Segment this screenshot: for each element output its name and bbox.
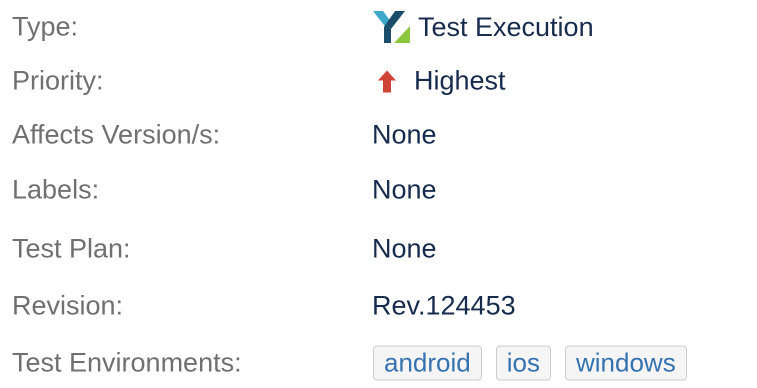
detail-row-labels: Labels: None — [0, 165, 757, 215]
detail-row-affects-versions: Affects Version/s: None — [0, 110, 757, 160]
detail-row-type: Type: Test Execution — [0, 2, 757, 52]
detail-row-revision: Revision: Rev.124453 — [0, 281, 757, 331]
issue-details-panel: Type: Test Execution Priority: Highest A… — [0, 0, 757, 386]
priority-value: Highest — [372, 66, 506, 97]
environment-tag-windows[interactable]: windows — [564, 345, 687, 381]
environment-tag-ios[interactable]: ios — [495, 345, 551, 381]
type-label: Type: — [12, 11, 79, 42]
priority-value-text: Highest — [414, 65, 506, 96]
type-value-text: Test Execution — [418, 11, 594, 42]
test-plan-label: Test Plan: — [12, 233, 131, 264]
detail-row-test-environments: Test Environments: android ios windows — [0, 338, 757, 388]
labels-label: Labels: — [12, 174, 100, 205]
revision-label: Revision: — [12, 290, 124, 321]
type-value: Test Execution — [372, 10, 594, 44]
test-plan-value: None — [372, 233, 437, 264]
environment-tag-android[interactable]: android — [373, 345, 482, 381]
revision-value: Rev.124453 — [372, 290, 516, 321]
priority-label: Priority: — [12, 65, 104, 96]
xray-test-execution-icon — [372, 10, 412, 44]
detail-row-priority: Priority: Highest — [0, 56, 757, 106]
test-environments-label: Test Environments: — [12, 347, 242, 378]
detail-row-test-plan: Test Plan: None — [0, 224, 757, 274]
affects-versions-label: Affects Version/s: — [12, 119, 221, 150]
test-environments-tags: android ios windows — [373, 345, 701, 381]
arrow-up-icon — [376, 68, 398, 94]
affects-versions-value: None — [372, 119, 437, 150]
labels-value: None — [372, 174, 437, 205]
